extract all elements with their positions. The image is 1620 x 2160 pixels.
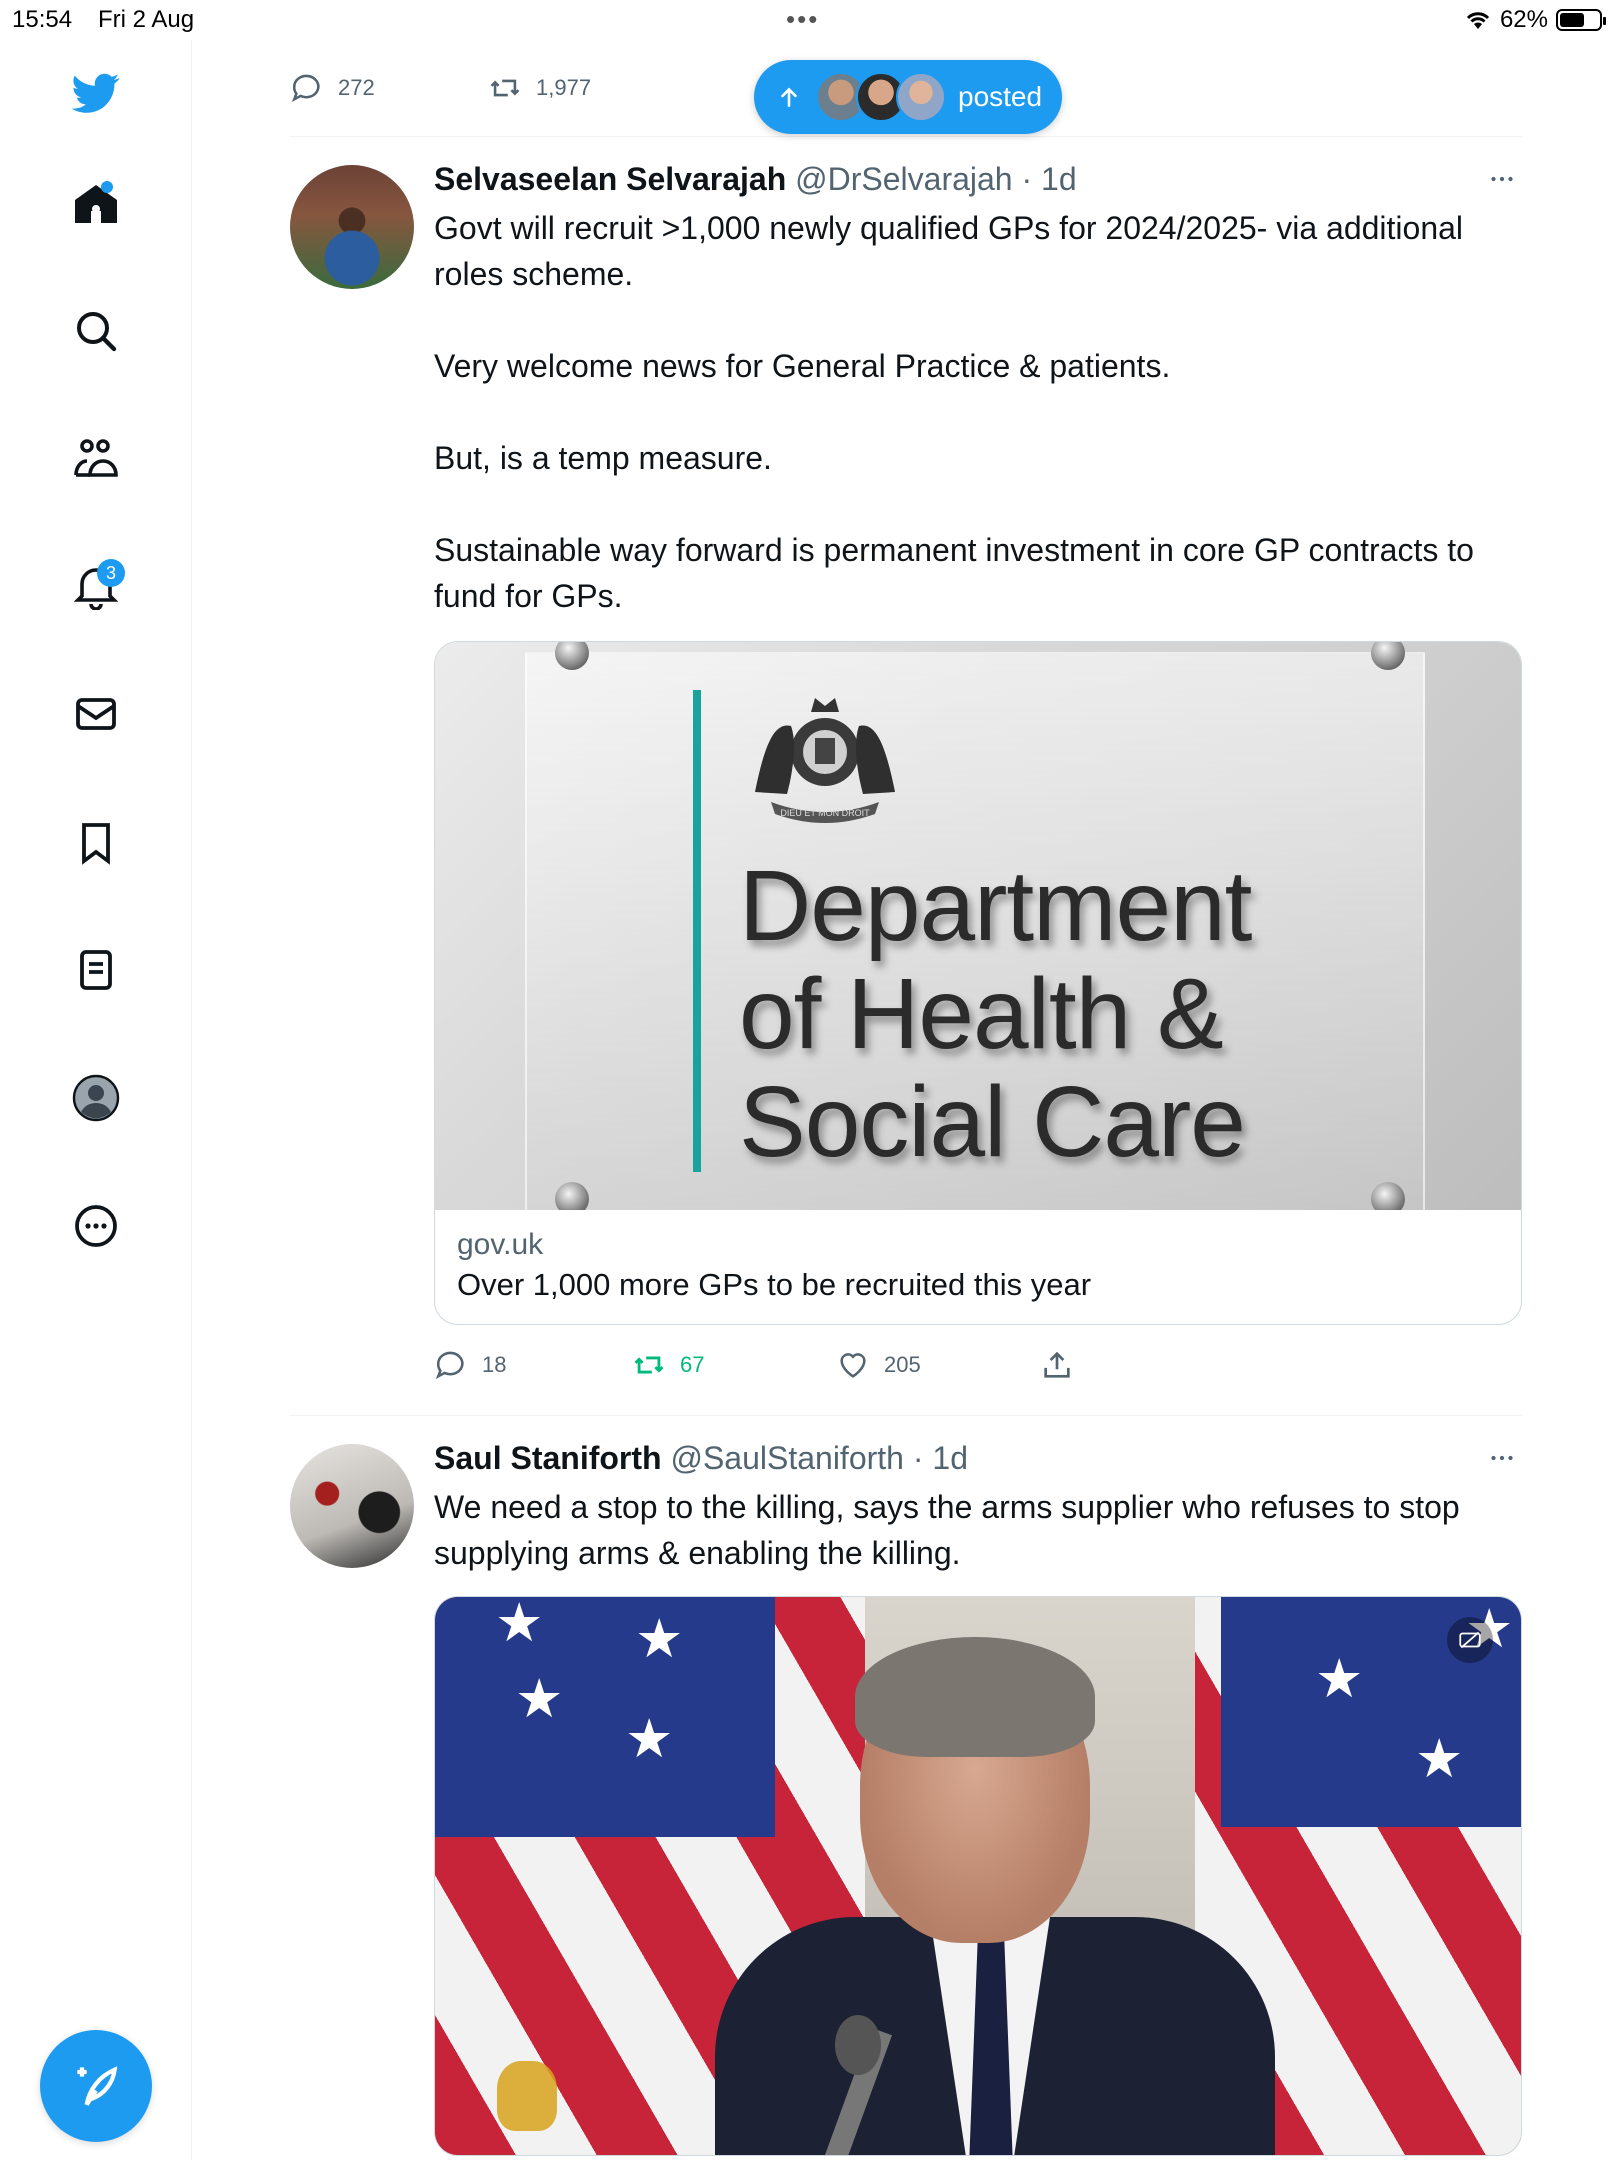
- royal-crest-icon: DIEU ET MON DROIT: [755, 698, 895, 823]
- reply-count: 18: [482, 1352, 507, 1377]
- pill-avatars: [816, 72, 946, 122]
- status-right: 62%: [1464, 6, 1606, 34]
- bookmarks-icon[interactable]: [63, 810, 129, 876]
- tweet-text: Govt will recruit >1,000 newly qualified…: [434, 205, 1522, 619]
- tweet-time[interactable]: · 1d: [1021, 161, 1076, 197]
- notifications-bell-icon[interactable]: 3: [63, 553, 129, 619]
- compose-icon: [77, 2066, 118, 2106]
- messages-icon[interactable]: [63, 681, 129, 747]
- like-icon: [840, 1353, 866, 1378]
- author-handle[interactable]: @DrSelvarajah: [795, 161, 1012, 197]
- gif-icon[interactable]: [1447, 1617, 1493, 1663]
- retweet-count: 67: [680, 1352, 705, 1377]
- battery-fill: [1560, 13, 1584, 27]
- sign-accent-bar: [693, 690, 701, 1172]
- twitter-logo-icon[interactable]: [63, 60, 129, 126]
- tweet-paragraph: Very welcome news for General Practice &…: [434, 348, 1171, 384]
- avatar: [896, 72, 946, 122]
- lists-icon[interactable]: [63, 937, 129, 1003]
- new-posts-label: posted: [958, 81, 1043, 112]
- card-image: DIEU ET MON DROIT Department of Health &…: [435, 642, 1521, 1210]
- arrow-up-icon: [781, 87, 797, 107]
- search-icon[interactable]: [63, 298, 129, 364]
- card-title: Over 1,000 more GPs to be recruited this…: [457, 1267, 1092, 1302]
- compose-button[interactable]: [40, 2030, 152, 2142]
- retweet-icon: [490, 79, 520, 97]
- reply-count: 272: [338, 75, 375, 100]
- communities-icon[interactable]: [63, 426, 129, 492]
- battery-icon: [1556, 9, 1606, 31]
- tweet-paragraph: Govt will recruit >1,000 newly qualified…: [434, 210, 1464, 292]
- status-date: Fri 2 Aug: [98, 6, 195, 33]
- tweet[interactable]: Selvaseelan Selvarajah @DrSelvarajah · 1…: [290, 137, 1522, 1415]
- tweet-text: We need a stop to the killing, says the …: [434, 1484, 1522, 1576]
- multitasking-dots-icon[interactable]: •••: [786, 4, 819, 35]
- status-bar: 15:54 Fri 2 Aug ••• 62%: [0, 0, 1620, 40]
- home-new-dot: [101, 181, 113, 193]
- tweet-header: Selvaseelan Selvarajah @DrSelvarajah · 1…: [434, 159, 1522, 199]
- tweet-actions: 18 67 205: [434, 1335, 1522, 1395]
- reply-button[interactable]: 272: [290, 71, 488, 105]
- sidebar: 3: [0, 40, 192, 2160]
- crest-motto: DIEU ET MON DROIT: [780, 808, 870, 818]
- card-footer: gov.uk Over 1,000 more GPs to be recruit…: [435, 1210, 1521, 1324]
- home-icon[interactable]: [63, 171, 129, 237]
- more-dots-icon[interactable]: [1482, 159, 1522, 199]
- reply-button[interactable]: 18: [434, 1348, 632, 1382]
- author-name[interactable]: Selvaseelan Selvarajah: [434, 161, 786, 197]
- timeline: 272 1,977 Selvaseelan Selvarajah @DrSelv…: [290, 40, 1522, 2160]
- link-card[interactable]: DIEU ET MON DROIT Department of Health &…: [434, 641, 1522, 1325]
- retweet-button[interactable]: 1,977: [488, 71, 591, 105]
- notifications-badge: 3: [97, 559, 125, 587]
- tweet-paragraph: But, is a temp measure.: [434, 440, 772, 476]
- retweet-count: 1,977: [536, 75, 592, 100]
- like-button[interactable]: 205: [836, 1348, 1040, 1382]
- tweet-content: Saul Staniforth @SaulStaniforth · 1d We …: [434, 1438, 1522, 2156]
- reply-icon: [435, 1351, 464, 1380]
- tweet-paragraph: We need a stop to the killing, says the …: [434, 1489, 1460, 1571]
- retweet-button[interactable]: 67: [632, 1348, 836, 1382]
- sign-line: of Health &: [739, 958, 1224, 1070]
- tweet-header: Saul Staniforth @SaulStaniforth · 1d: [434, 1438, 1522, 1478]
- tweet[interactable]: Saul Staniforth @SaulStaniforth · 1d We …: [290, 1416, 1522, 2160]
- like-count: 205: [884, 1352, 921, 1377]
- status-time: 15:54: [12, 6, 73, 33]
- broadcaster-logo-icon: [497, 2061, 557, 2131]
- tweet-media[interactable]: ★ ★ ★ ★ ★ ★ ★: [434, 1596, 1522, 2156]
- share-button[interactable]: [1040, 1348, 1074, 1382]
- new-posts-pill[interactable]: posted: [754, 60, 1062, 134]
- profile-icon[interactable]: [63, 1065, 129, 1131]
- tweet-paragraph: Sustainable way forward is permanent inv…: [434, 532, 1474, 614]
- avatar[interactable]: [290, 1444, 414, 1568]
- more-icon[interactable]: [63, 1193, 129, 1259]
- more-dots-icon[interactable]: [1482, 1438, 1522, 1478]
- tweet-time[interactable]: · 1d: [913, 1440, 968, 1476]
- sign-line: Social Care: [739, 1066, 1246, 1178]
- sign-line: Department: [739, 850, 1252, 962]
- tweet-content: Selvaseelan Selvarajah @DrSelvarajah · 1…: [434, 159, 1522, 1395]
- retweet-icon: [634, 1356, 664, 1374]
- author-handle[interactable]: @SaulStaniforth: [670, 1440, 904, 1476]
- avatar[interactable]: [290, 165, 414, 289]
- reply-icon: [291, 74, 320, 103]
- author-name[interactable]: Saul Staniforth: [434, 1440, 662, 1476]
- card-domain: gov.uk: [457, 1228, 544, 1261]
- wifi-icon: [1466, 12, 1490, 29]
- share-icon: [1044, 1351, 1070, 1378]
- battery-percent: 62%: [1499, 6, 1548, 33]
- sign-text: Department of Health & Social Care: [739, 850, 1252, 1178]
